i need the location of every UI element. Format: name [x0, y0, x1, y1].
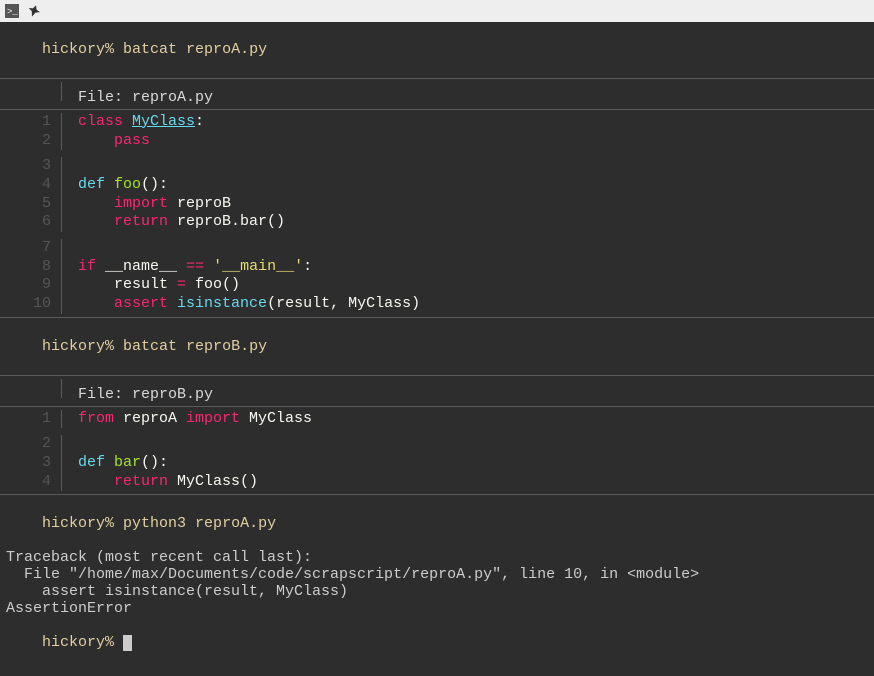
code-content: def bar(): [62, 454, 168, 471]
code-content [62, 428, 78, 447]
batcat-rule-bottom [0, 317, 874, 318]
code-line: 4 return MyClass() [0, 473, 874, 492]
code-line: 5 import reproB [0, 195, 874, 214]
code-content: def foo(): [62, 176, 168, 193]
code-line: 3 [0, 150, 874, 176]
traceback-line: assert isinstance(result, MyClass) [0, 583, 874, 600]
code-line: 8if __name__ == '__main__': [0, 258, 874, 277]
traceback-line: Traceback (most recent call last): [0, 549, 874, 566]
line-number: 5 [0, 195, 62, 214]
code-line: 1from reproA import MyClass [0, 410, 874, 429]
code-content [62, 150, 78, 169]
batcat-rule-top [0, 375, 874, 376]
svg-text:>_: >_ [7, 7, 18, 17]
line-number: 1 [0, 410, 62, 429]
file-header: File: reproB.py [62, 386, 213, 403]
code-content: assert isinstance(result, MyClass) [62, 295, 420, 312]
code-line: 2 [0, 428, 874, 454]
line-number: 6 [0, 213, 62, 232]
line-number: 1 [0, 113, 62, 132]
file-header: File: reproA.py [62, 89, 213, 106]
code-line: 6 return reproB.bar() [0, 213, 874, 232]
code-line: 9 result = foo() [0, 276, 874, 295]
batcat-rule-bottom [0, 494, 874, 495]
code-line: 10 assert isinstance(result, MyClass) [0, 295, 874, 314]
code-content: return MyClass() [62, 473, 258, 490]
line-number: 3 [0, 157, 62, 176]
code-content: from reproA import MyClass [62, 410, 312, 427]
code-line: 1class MyClass: [0, 113, 874, 132]
shell-prompt: hickory% [42, 41, 114, 58]
traceback-line: AssertionError [0, 600, 874, 617]
batcat-rule-mid [0, 109, 874, 110]
command-text: batcat reproA.py [123, 41, 267, 58]
line-number: 10 [0, 295, 62, 314]
code-content [62, 232, 78, 251]
gutter [0, 379, 62, 398]
traceback-line: File "/home/max/Documents/code/scrapscri… [0, 566, 874, 583]
prompt-line: hickory% [0, 617, 874, 668]
terminal-output[interactable]: hickory% batcat reproA.py File: reproA.p… [0, 22, 874, 668]
fileB-code: 1from reproA import MyClass23def bar():4… [0, 410, 874, 492]
shell-prompt: hickory% [42, 634, 114, 651]
code-content: pass [62, 132, 150, 149]
code-content: class MyClass: [62, 113, 204, 130]
line-number: 2 [0, 435, 62, 454]
prompt-line: hickory% batcat reproA.py [0, 24, 874, 75]
code-content: return reproB.bar() [62, 213, 285, 230]
shell-prompt: hickory% [42, 515, 114, 532]
code-content: import reproB [62, 195, 231, 212]
command-text: batcat reproB.py [123, 338, 267, 355]
prompt-line: hickory% batcat reproB.py [0, 321, 874, 372]
line-number: 7 [0, 239, 62, 258]
cursor [123, 635, 132, 651]
line-number: 4 [0, 473, 62, 492]
code-content: if __name__ == '__main__': [62, 258, 312, 275]
line-number: 8 [0, 258, 62, 277]
window-titlebar: >_ [0, 0, 874, 22]
batcat-header-row: File: reproA.py [0, 82, 874, 106]
line-number: 4 [0, 176, 62, 195]
pin-icon[interactable] [26, 3, 42, 19]
code-line: 3def bar(): [0, 454, 874, 473]
gutter [0, 82, 62, 101]
code-content: result = foo() [62, 276, 240, 293]
terminal-icon: >_ [4, 3, 20, 19]
shell-prompt: hickory% [42, 338, 114, 355]
prompt-line: hickory% python3 reproA.py [0, 498, 874, 549]
line-number: 2 [0, 132, 62, 151]
code-line: 2 pass [0, 132, 874, 151]
line-number: 3 [0, 454, 62, 473]
code-line: 7 [0, 232, 874, 258]
batcat-rule-mid [0, 406, 874, 407]
fileA-code: 1class MyClass:2 pass34def foo():5 impor… [0, 113, 874, 314]
command-text: python3 reproA.py [123, 515, 276, 532]
batcat-header-row: File: reproB.py [0, 379, 874, 403]
code-line: 4def foo(): [0, 176, 874, 195]
batcat-rule-top [0, 78, 874, 79]
line-number: 9 [0, 276, 62, 295]
